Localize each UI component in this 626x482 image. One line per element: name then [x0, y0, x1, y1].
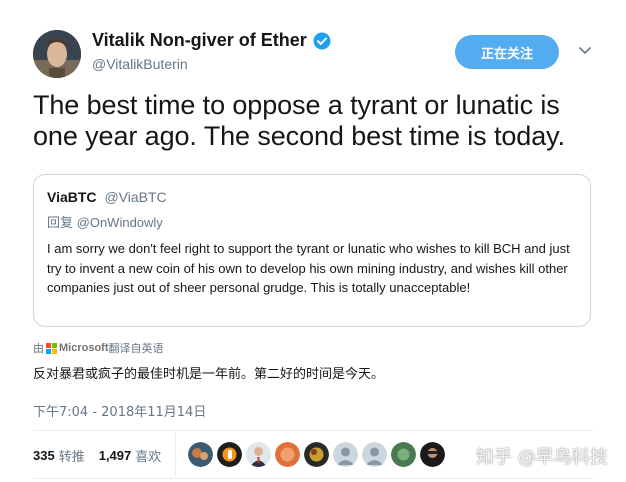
reply-to-handle[interactable]: @OnWindowly — [77, 215, 163, 230]
divider — [33, 478, 593, 479]
tweet-timestamp[interactable]: 下午7:04 - 2018年11月14日 — [33, 401, 206, 420]
translation-provider: Microsoft — [59, 342, 109, 354]
watermark: 知乎 @早鸟科技 — [476, 447, 608, 468]
author-avatar-image — [33, 30, 81, 78]
quoted-author-handle: @ViaBTC — [104, 189, 167, 205]
liker-avatar[interactable] — [420, 442, 445, 467]
microsoft-logo-icon — [46, 342, 57, 354]
translation-by-prefix: 由 — [33, 342, 44, 355]
chevron-down-icon[interactable] — [578, 46, 592, 56]
tweet-text: The best time to oppose a tyrant or luna… — [33, 90, 565, 151]
divider — [33, 430, 593, 431]
likes-count[interactable]: 1,497 — [99, 448, 132, 463]
liker-avatar[interactable] — [246, 442, 271, 467]
tweet-stats: 335 转推 1,497 喜欢 — [33, 446, 161, 465]
retweets-label[interactable]: 转推 — [59, 446, 85, 465]
translation-attribution[interactable]: 由 Microsoft 翻译自英语 — [33, 340, 164, 356]
verified-badge-icon — [313, 32, 331, 50]
translation-suffix: 翻译自英语 — [108, 342, 164, 355]
liker-avatar[interactable] — [362, 442, 387, 467]
following-button[interactable]: 正在关注 — [455, 35, 559, 69]
liker-avatar[interactable] — [217, 442, 242, 467]
author-handle[interactable]: @VitalikButerin — [92, 56, 188, 72]
stats-separator — [175, 432, 176, 476]
reply-label: 回复 — [47, 216, 74, 231]
liker-avatar[interactable] — [391, 442, 416, 467]
quoted-reply-line: 回复 @OnWindowly — [47, 212, 163, 231]
liker-avatar[interactable] — [333, 442, 358, 467]
translated-text: 反对暴君或疯子的最佳时机是一年前。第二好的时间是今天。 — [33, 367, 385, 382]
liker-avatars — [188, 442, 449, 467]
author-name[interactable]: Vitalik Non-giver of Ether — [92, 30, 331, 51]
author-avatar[interactable] — [33, 30, 81, 78]
quoted-tweet-body: I am sorry we don't feel right to suppor… — [47, 241, 570, 295]
author-name-text: Vitalik Non-giver of Ether — [92, 30, 307, 50]
retweets-count[interactable]: 335 — [33, 448, 55, 463]
quoted-tweet-header: ViaBTC @ViaBTC — [47, 189, 167, 205]
quoted-author-name: ViaBTC — [47, 189, 97, 205]
liker-avatar[interactable] — [188, 442, 213, 467]
liker-avatar[interactable] — [275, 442, 300, 467]
likes-label[interactable]: 喜欢 — [135, 446, 161, 465]
liker-avatar[interactable] — [304, 442, 329, 467]
quoted-tweet-card[interactable]: ViaBTC @ViaBTC 回复 @OnWindowly I am sorry… — [33, 174, 591, 327]
